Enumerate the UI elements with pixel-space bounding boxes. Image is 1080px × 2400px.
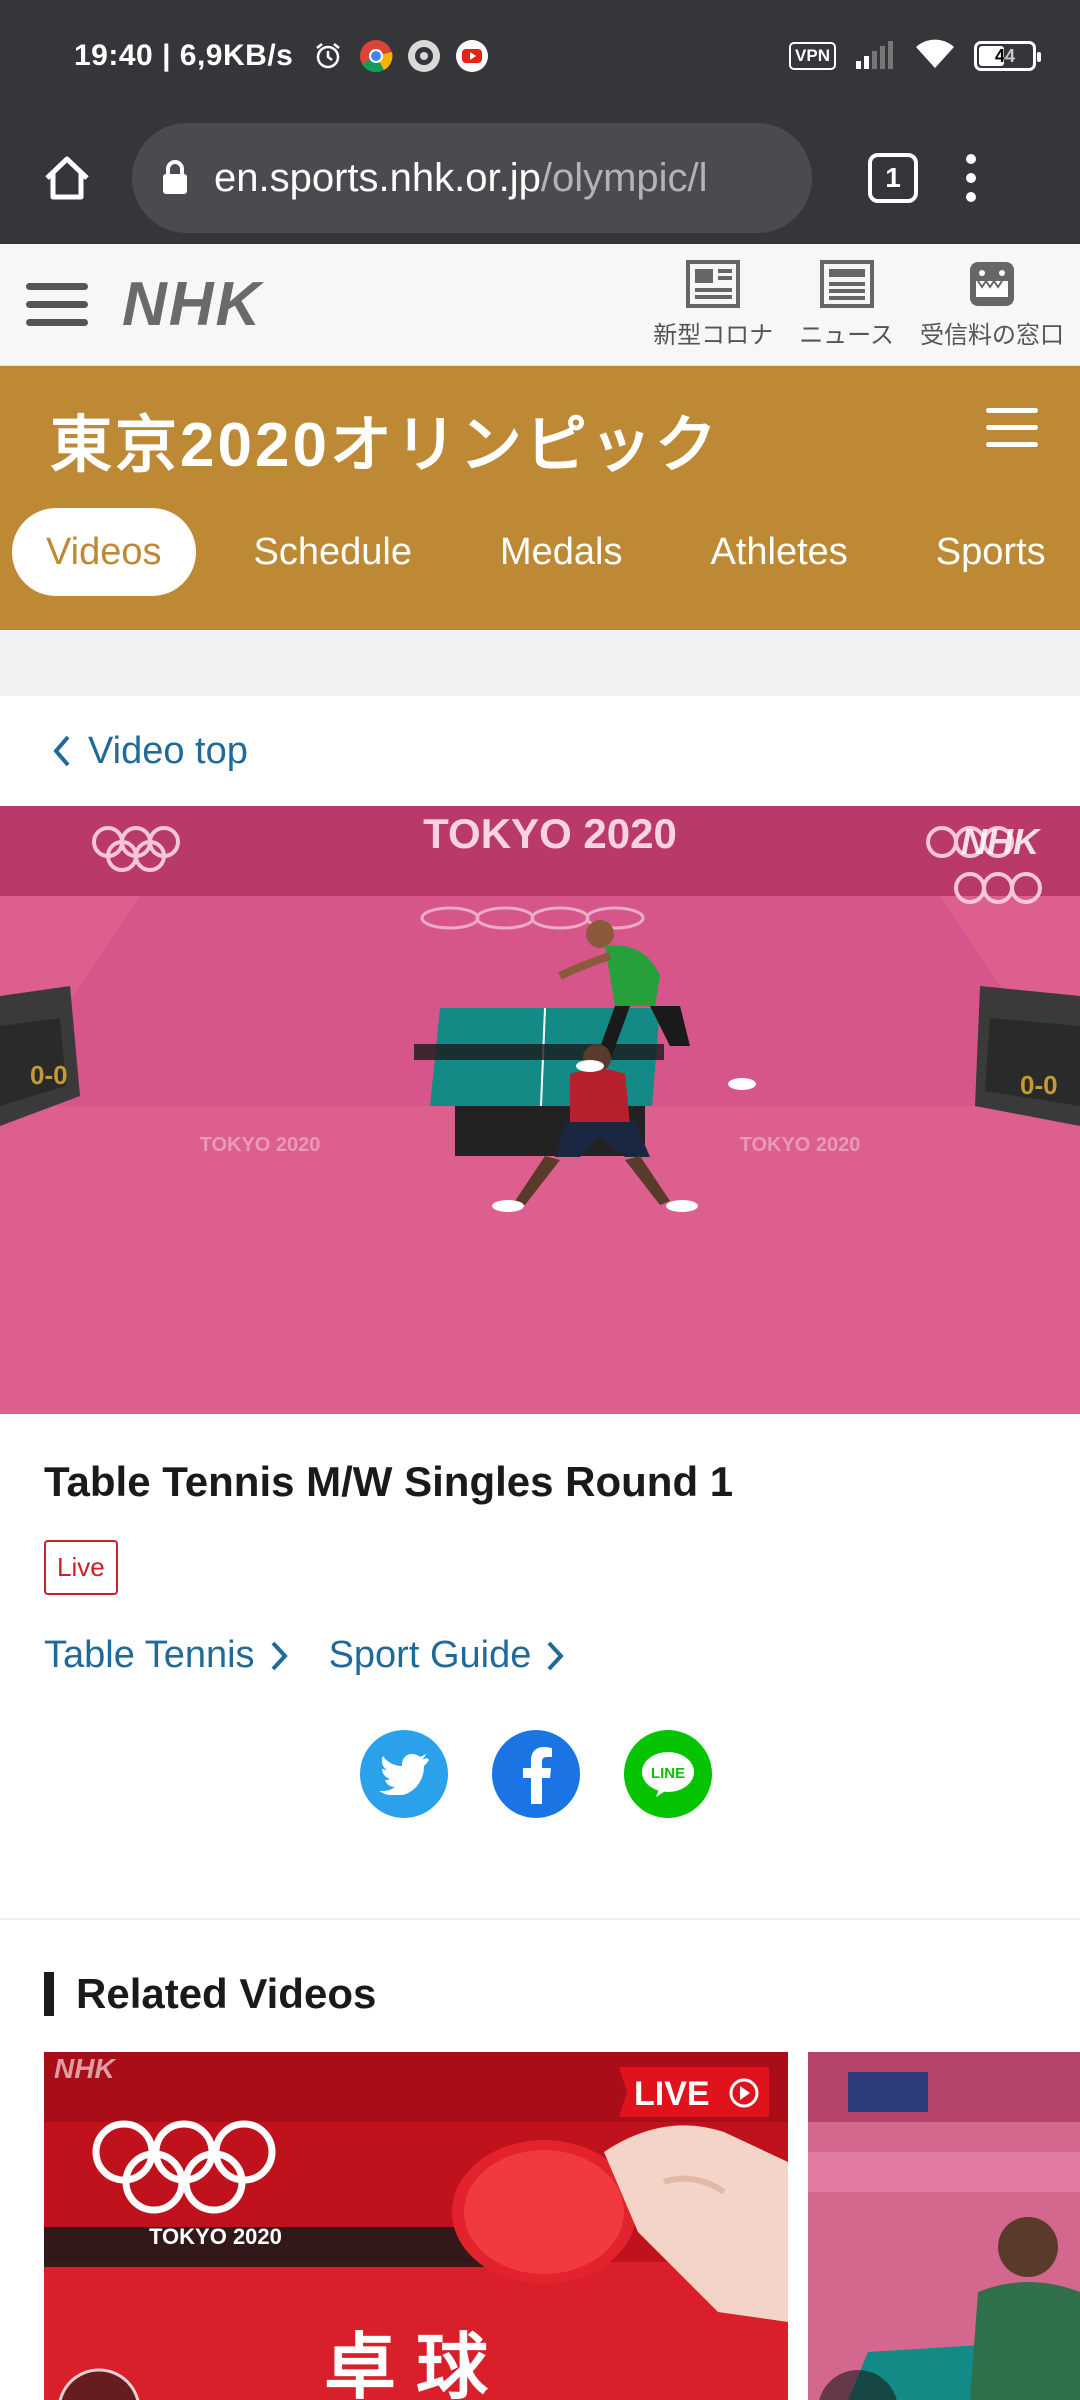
thumb-live-label: LIVE <box>634 2075 710 2113</box>
related-video-card-2[interactable] <box>808 2052 1080 2400</box>
home-icon <box>45 156 89 200</box>
tab-athletes[interactable]: Athletes <box>666 508 891 596</box>
tab-sports[interactable]: Sports <box>892 508 1080 596</box>
video-watermark: NHK <box>961 821 1042 862</box>
table-tennis-video-frame: TOKYO 2020 NHK TOKYO 2020 TOKYO 2020 0-0… <box>0 806 1080 1414</box>
status-bar: 19:40 | 6,9KB/s VPN 44 <box>0 0 1080 112</box>
thumb-watermark: NHK <box>54 2053 116 2084</box>
youtube-icon <box>455 39 489 73</box>
heading-accent-bar <box>44 1972 54 2016</box>
news-icon <box>819 260 874 308</box>
olympic-title[interactable]: 東京2020オリンピック <box>50 394 720 484</box>
related-video-card-1[interactable]: NHK TOKYO 2020 LIVE 卓 球 <box>44 2052 788 2400</box>
video-title: Table Tennis M/W Singles Round 1 <box>44 1458 734 1505</box>
wifi-icon <box>914 38 956 75</box>
video-player[interactable]: TOKYO 2020 NHK TOKYO 2020 TOKYO 2020 0-0… <box>0 806 1080 1414</box>
category-label: Table Tennis <box>44 1634 255 1676</box>
corona-news-icon <box>686 260 741 308</box>
status-notification-icons <box>311 39 489 73</box>
twitter-share-button[interactable] <box>360 1730 448 1818</box>
domo-icon <box>970 262 1014 306</box>
olympic-menu-button[interactable] <box>986 408 1038 447</box>
browser-menu-button[interactable] <box>966 154 976 202</box>
related-videos-title: Related Videos <box>76 1970 377 2017</box>
battery-indicator: 44 <box>974 41 1041 71</box>
video-top-link[interactable]: Video top <box>50 716 248 786</box>
signal-icon <box>854 39 896 74</box>
alarm-icon <box>311 39 345 73</box>
status-time: 19:40 | 6,9KB/s <box>74 39 294 72</box>
thumb-brand: TOKYO 2020 <box>149 2224 282 2249</box>
line-icon: LINE <box>642 1752 694 1797</box>
home-button[interactable] <box>28 139 106 217</box>
video-banner-text: TOKYO 2020 <box>423 810 677 857</box>
line-share-button[interactable]: LINE <box>624 1730 712 1818</box>
video-top-label: Video top <box>88 729 248 772</box>
vpn-indicator: VPN <box>789 42 836 70</box>
section-divider <box>0 1918 1080 1920</box>
video-floor-text: TOKYO 2020 <box>200 1134 321 1156</box>
twitter-icon <box>379 1754 429 1795</box>
related-videos-heading: Related Videos <box>44 1970 376 2018</box>
nhk-header: NHK 新型コロナ ニュース 受信料の窓口 <box>0 244 1080 366</box>
category-label: Sport Guide <box>328 1634 532 1676</box>
nhk-menu-button[interactable] <box>26 283 88 326</box>
tab-videos[interactable]: Videos <box>12 508 196 596</box>
lock-icon <box>163 160 187 194</box>
facebook-share-button[interactable] <box>492 1730 580 1818</box>
video-score-right: 0-0 <box>1020 1070 1058 1100</box>
nhk-link-label: 新型コロナ <box>653 322 774 349</box>
tab-switcher-button[interactable]: 1 <box>868 153 918 203</box>
video-score-left: 0-0 <box>30 1060 68 1090</box>
related-video-thumbnail-1: NHK TOKYO 2020 LIVE 卓 球 <box>44 2052 788 2400</box>
nhk-link-news[interactable]: ニュース <box>799 259 894 350</box>
separator-band <box>0 630 1080 696</box>
url-bar[interactable]: en.sports.nhk.or.jp/olympic/l <box>132 123 812 233</box>
chevron-right-icon <box>547 1641 565 1670</box>
nhk-link-corona[interactable]: 新型コロナ <box>653 259 773 350</box>
svg-text:LINE: LINE <box>651 1765 685 1782</box>
olympic-tabs: Videos Schedule Medals Athletes Sports <box>12 508 1080 596</box>
category-link-table-tennis[interactable]: Table Tennis <box>44 1634 289 1677</box>
video-floor-text: TOKYO 2020 <box>740 1134 861 1156</box>
facebook-icon <box>523 1747 552 1804</box>
nhk-link-label: 受信料の窓口 <box>920 322 1064 349</box>
nhk-link-receiving-fee[interactable]: 受信料の窓口 <box>920 259 1064 350</box>
chrome-icon <box>359 39 393 73</box>
nhk-link-label: ニュース <box>799 322 894 349</box>
related-video-thumbnail-2 <box>808 2052 1080 2400</box>
nhk-logo[interactable]: NHK <box>122 269 262 340</box>
battery-level: 44 <box>994 45 1016 66</box>
tab-medals[interactable]: Medals <box>456 508 667 596</box>
category-link-sport-guide[interactable]: Sport Guide <box>329 1634 566 1677</box>
thumb-caption: 卓 球 <box>324 2328 489 2400</box>
live-badge: Live <box>44 1540 118 1595</box>
browser-toolbar: en.sports.nhk.or.jp/olympic/l 1 <box>0 112 1080 244</box>
chevron-right-icon <box>271 1641 288 1670</box>
url-path: /olympic/l <box>540 155 708 200</box>
category-links: Table Tennis Sport Guide <box>44 1634 565 1677</box>
chevron-left-icon <box>53 735 70 767</box>
olympic-banner: 東京2020オリンピック Videos Schedule Medals Athl… <box>0 366 1080 630</box>
tab-schedule[interactable]: Schedule <box>210 508 456 596</box>
url-domain: en.sports.nhk.or.jp <box>214 155 541 200</box>
share-buttons: LINE <box>360 1730 712 1818</box>
ball-app-icon <box>407 39 441 73</box>
